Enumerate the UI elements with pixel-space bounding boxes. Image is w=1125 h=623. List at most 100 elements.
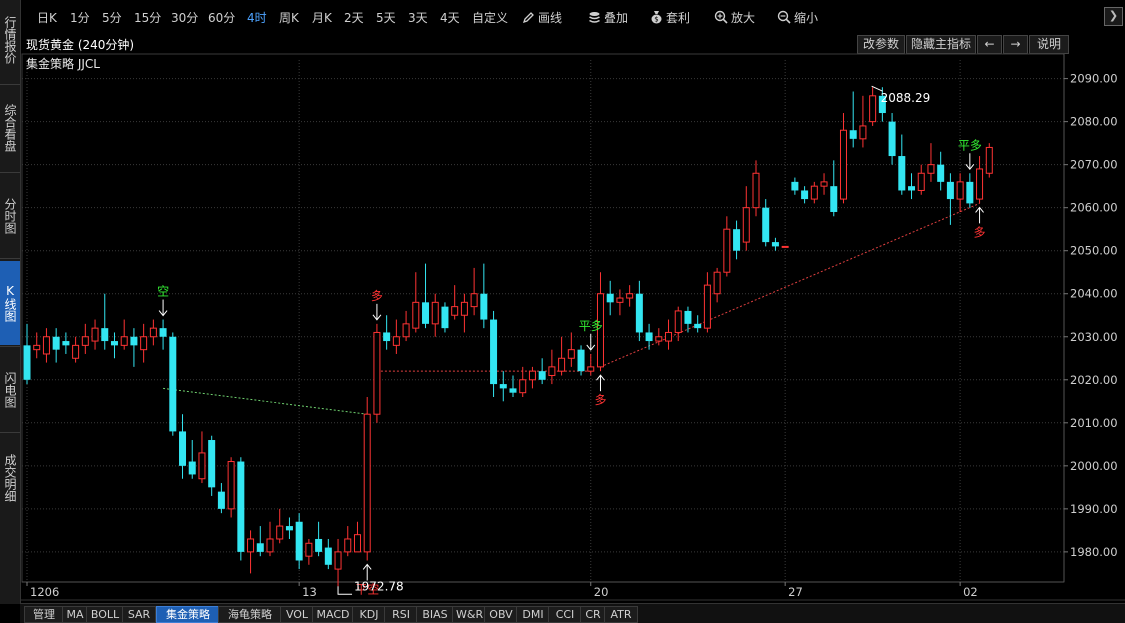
price-tick-label: 2010.00 [1070,416,1118,430]
indicator-tab-bias[interactable]: BIAS [416,606,454,623]
candle [159,319,167,350]
candle-body [110,341,118,346]
candle [791,177,799,195]
candle-body [412,301,420,329]
candle-body [130,336,138,346]
indicator-tab-cci[interactable]: CCI [548,606,582,623]
candle [626,285,634,307]
candle-body [742,207,750,243]
indicator-tab-sar[interactable]: SAR [122,606,156,623]
indicator-tab-rsi[interactable]: RSI [384,606,418,623]
candle-body [849,130,857,139]
price-tick-label: 2080.00 [1070,115,1118,129]
candle-body [383,332,391,342]
candle [431,293,439,337]
candle [548,349,556,385]
candle [849,91,857,148]
candle [742,186,750,251]
candle [324,538,332,570]
candle-body [159,328,167,337]
candle [694,315,702,333]
date-axis: 1206 13 20 27 02 [26,582,978,599]
candle-body [723,228,731,273]
indicator-tab-cr[interactable]: CR [580,606,606,623]
candle [674,306,682,342]
indicator-tab-macd[interactable]: MACD [312,606,354,623]
candle-body [519,379,527,394]
candle [830,160,838,217]
candle [81,323,89,354]
candle [480,263,488,329]
candle-body [441,306,449,329]
candle-body [810,185,818,200]
candle [820,173,828,195]
signal-marker: 多 [974,206,986,239]
indicator-tab-kdj[interactable]: KDJ [352,606,386,623]
candle [976,156,984,204]
candle-body [392,336,400,346]
indicator-tab-atr[interactable]: ATR [604,606,638,623]
candle-body [626,293,634,299]
indicator-tab-ma[interactable]: MA [62,606,88,623]
candle [353,521,361,553]
trade-line [600,202,980,368]
candle [956,173,964,212]
indicator-tab-dmi[interactable]: DMI [516,606,550,623]
candle-body [645,332,653,342]
candle [723,216,731,277]
candle [762,199,770,247]
indicator-tab-manage[interactable]: 管理 [24,606,64,623]
trade-lines [163,202,980,415]
candles [23,87,993,587]
signal-marker: 多 [371,289,383,321]
candle-body [548,366,556,376]
indicator-tab-obv[interactable]: OBV [484,606,518,623]
candle [149,319,157,346]
indicator-tab-vol[interactable]: VOL [280,606,314,623]
candle-body [363,413,371,553]
indicator-tab-turtle[interactable]: 海龟策略 [218,606,282,623]
candle [946,173,954,225]
candle-body [169,336,177,432]
candle-body [373,331,381,415]
indicator-tab-jjcl[interactable]: 集金策略 [156,606,220,623]
candle [519,366,527,397]
candle-body [62,341,70,346]
candle [285,517,293,539]
candle-body [256,543,264,552]
candle-body [490,319,498,385]
price-tick-label: 2000.00 [1070,459,1118,473]
candle [295,513,303,570]
candle-body [771,242,779,247]
indicator-tab-wr[interactable]: W&R [452,606,486,623]
candle-body [733,229,741,251]
kline-chart[interactable]: 空平空多平多多平多多 2088.291972.78 1980.001990.00… [0,0,1125,622]
candle-body [344,538,352,553]
candle [888,113,896,165]
signal-marker: 空 [157,285,169,317]
candle [908,173,916,200]
candle [412,272,420,333]
chart-frame [20,53,1125,601]
candle-body [703,284,711,329]
candle [363,396,371,561]
candle-body [985,146,993,174]
candle-body [198,452,206,480]
candle [645,323,653,350]
candle-body [655,336,663,342]
date-tick-label: 20 [594,585,609,599]
candle-body [179,431,187,466]
candle-body [577,349,585,372]
chart-grid [22,60,1064,582]
candle-body [898,156,906,191]
high-price-label: 2088.29 [881,91,931,105]
candle [422,263,430,329]
indicator-tab-boll[interactable]: BOLL [86,606,124,623]
candle [72,336,80,363]
candle [91,319,99,350]
candle [305,538,313,565]
candle-body [42,336,50,355]
candle [587,353,595,376]
candle [635,280,643,342]
candle [23,323,31,385]
